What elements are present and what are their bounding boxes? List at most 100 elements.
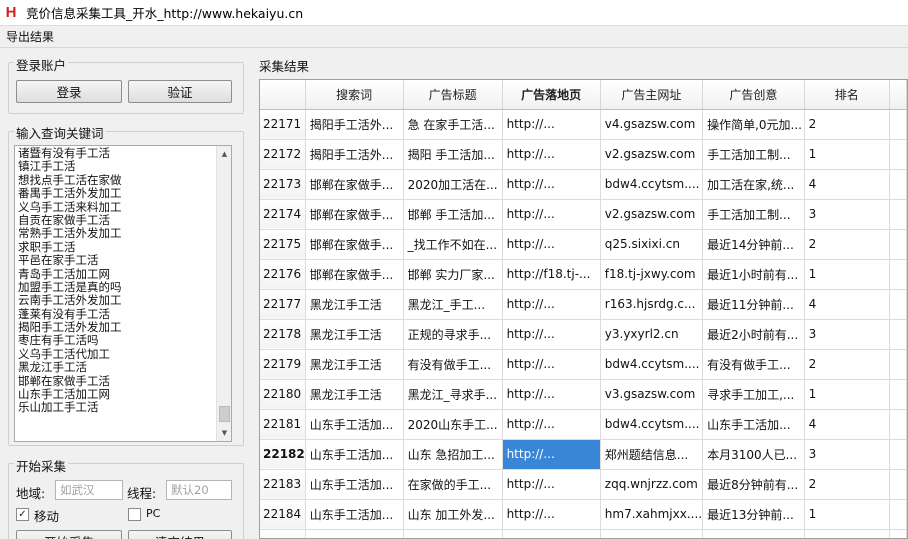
row-number[interactable]: 22179 bbox=[260, 349, 306, 380]
table-row[interactable]: 22184 山东手工活加... 山东 加工外发... http://... hm7.xa… bbox=[260, 499, 907, 530]
cell-landing[interactable]: http://f18.tj-... bbox=[502, 259, 601, 290]
cell-creative[interactable]: 有没有做手工... bbox=[702, 349, 805, 380]
cell-rank[interactable]: 2 bbox=[804, 229, 890, 260]
cell-creative[interactable]: 山东手工活加... bbox=[702, 409, 805, 440]
cell-site[interactable]: r163.hjsrdg.c... bbox=[600, 289, 704, 320]
cell-title[interactable]: 有没有做手工... bbox=[403, 529, 503, 538]
cell-creative[interactable]: 手工活加工制... bbox=[702, 199, 805, 230]
cell-creative[interactable]: 手工活加工制... bbox=[702, 139, 805, 170]
row-number[interactable]: 22178 bbox=[260, 319, 306, 350]
cell-rank[interactable]: 2 bbox=[804, 109, 890, 140]
column-header-keyword[interactable]: 搜索词 bbox=[305, 80, 404, 110]
cell-rank[interactable]: 3 bbox=[804, 319, 890, 350]
cell-landing[interactable]: http://... bbox=[502, 439, 601, 470]
column-header-rank[interactable]: 排名 bbox=[804, 80, 890, 110]
clear-results-button[interactable]: 清空结果 bbox=[128, 530, 232, 539]
results-grid[interactable]: 搜索词 广告标题 广告落地页 广告主网址 广告创意 排名 22171 揭阳手工活外… bbox=[259, 79, 908, 539]
cell-rank[interactable]: 3 bbox=[804, 199, 890, 230]
cell-title[interactable]: 山东 加工外发... bbox=[403, 499, 503, 530]
cell-keyword[interactable]: 邯郸在家做手... bbox=[305, 169, 404, 200]
cell-title[interactable]: 正规的寻求手... bbox=[403, 319, 503, 350]
cell-title[interactable]: 邯郸 手工活加... bbox=[403, 199, 503, 230]
cell-creative[interactable]: 寻求手工加工,... bbox=[702, 379, 805, 410]
cell-site[interactable]: v4.gsazsw.com bbox=[600, 109, 704, 140]
cell-landing[interactable]: http://... bbox=[502, 349, 601, 380]
row-number[interactable]: 22172 bbox=[260, 139, 306, 170]
table-row[interactable]: 22185乐山加工手工活有没有做手工...http://s21.tj-...s2… bbox=[260, 529, 907, 538]
cell-keyword[interactable]: 揭阳手工活外... bbox=[305, 109, 404, 140]
start-collect-button[interactable]: 开始采集 bbox=[16, 530, 122, 539]
cell-rank[interactable]: 1 bbox=[804, 139, 890, 170]
cell-title[interactable]: 揭阳 手工活加... bbox=[403, 139, 503, 170]
cell-keyword[interactable]: 黑龙江手工活 bbox=[305, 319, 404, 350]
row-number[interactable]: 22174 bbox=[260, 199, 306, 230]
row-number[interactable]: 22176 bbox=[260, 259, 306, 290]
cell-site[interactable]: zqq.wnjrzz.com bbox=[600, 469, 704, 500]
table-row[interactable]: 22172 揭阳手工活外... 揭阳 手工活加... http://... v2.gsa… bbox=[260, 139, 907, 170]
row-number[interactable]: 22175 bbox=[260, 229, 306, 260]
column-header-creative[interactable]: 广告创意 bbox=[702, 80, 805, 110]
table-row[interactable]: 22181 山东手工活加... 2020山东手工... http://... bdw4.… bbox=[260, 409, 907, 440]
menu-export-results[interactable]: 导出结果 bbox=[0, 28, 60, 45]
cell-creative[interactable]: 本月3100人已... bbox=[702, 439, 805, 470]
cell-site[interactable]: y3.yxyrl2.cn bbox=[600, 319, 704, 350]
cell-landing[interactable]: http://s21.tj-... bbox=[502, 529, 601, 538]
scroll-up-icon[interactable]: ▲ bbox=[217, 146, 231, 162]
cell-rank[interactable]: 4 bbox=[804, 529, 890, 538]
cell-creative[interactable]: 最近1小时前有... bbox=[702, 259, 805, 290]
row-number[interactable]: 22183 bbox=[260, 469, 306, 500]
keyword-scrollbar[interactable]: ▲ ▼ bbox=[216, 146, 231, 441]
cell-keyword[interactable]: 山东手工活加... bbox=[305, 469, 404, 500]
cell-creative[interactable]: 最近11分钟前... bbox=[702, 289, 805, 320]
cell-keyword[interactable]: 黑龙江手工活 bbox=[305, 349, 404, 380]
mobile-checkbox[interactable]: ✓ bbox=[16, 508, 29, 521]
cell-keyword[interactable]: 山东手工活加... bbox=[305, 409, 404, 440]
verify-button[interactable]: 验证 bbox=[128, 80, 232, 103]
table-row[interactable]: 22180 黑龙江手工活 黑龙江_寻求手... http://... v3.gsazsw… bbox=[260, 379, 907, 410]
cell-title[interactable]: 黑龙江_寻求手... bbox=[403, 379, 503, 410]
cell-site[interactable]: bdw4.ccytsm.... bbox=[600, 349, 704, 380]
cell-title[interactable]: 2020山东手工... bbox=[403, 409, 503, 440]
scroll-thumb[interactable] bbox=[219, 406, 230, 422]
cell-title[interactable]: 2020加工活在... bbox=[403, 169, 503, 200]
table-row[interactable]: 22173 邯郸在家做手... 2020加工活在... http://... bdw4.… bbox=[260, 169, 907, 200]
cell-creative[interactable]: 加工活在家,统... bbox=[702, 169, 805, 200]
cell-title[interactable]: 有没有做手工... bbox=[403, 349, 503, 380]
cell-creative[interactable]: 有没有做手工... bbox=[702, 529, 805, 538]
cell-rank[interactable]: 1 bbox=[804, 379, 890, 410]
scroll-down-icon[interactable]: ▼ bbox=[217, 425, 231, 441]
cell-creative[interactable]: 最近2小时前有... bbox=[702, 319, 805, 350]
column-header-title[interactable]: 广告标题 bbox=[403, 80, 503, 110]
pc-checkbox[interactable] bbox=[128, 508, 141, 521]
cell-site[interactable]: f18.tj-jxwy.com bbox=[600, 259, 704, 290]
login-button[interactable]: 登录 bbox=[16, 80, 122, 103]
cell-rank[interactable]: 4 bbox=[804, 169, 890, 200]
cell-landing[interactable]: http://... bbox=[502, 319, 601, 350]
cell-title[interactable]: 黑龙江_手工... bbox=[403, 289, 503, 320]
cell-landing[interactable]: http://... bbox=[502, 199, 601, 230]
row-number[interactable]: 22173 bbox=[260, 169, 306, 200]
cell-creative[interactable]: 最近13分钟前... bbox=[702, 499, 805, 530]
cell-site[interactable]: bdw4.ccytsm.... bbox=[600, 409, 704, 440]
cell-rank[interactable]: 4 bbox=[804, 409, 890, 440]
table-row[interactable]: 22174 邯郸在家做手... 邯郸 手工活加... http://... v2.gsa… bbox=[260, 199, 907, 230]
cell-rank[interactable]: 1 bbox=[804, 499, 890, 530]
row-number[interactable]: 22185 bbox=[260, 529, 306, 538]
cell-creative[interactable]: 操作简单,0元加... bbox=[702, 109, 805, 140]
row-number[interactable]: 22177 bbox=[260, 289, 306, 320]
cell-keyword[interactable]: 山东手工活加... bbox=[305, 439, 404, 470]
table-row[interactable]: 22176 邯郸在家做手... 邯郸 实力厂家... http://f18.tj-..… bbox=[260, 259, 907, 290]
region-input[interactable]: 如武汉 bbox=[55, 480, 123, 500]
cell-landing[interactable]: http://... bbox=[502, 139, 601, 170]
cell-site[interactable]: v2.gsazsw.com bbox=[600, 139, 704, 170]
table-row[interactable]: 22177 黑龙江手工活 黑龙江_手工... http://... r163.hjsrd… bbox=[260, 289, 907, 320]
column-header-landing[interactable]: 广告落地页 bbox=[502, 80, 601, 110]
cell-title[interactable]: _找工作不如在... bbox=[403, 229, 503, 260]
cell-title[interactable]: 在家做的手工... bbox=[403, 469, 503, 500]
cell-rank[interactable]: 3 bbox=[804, 439, 890, 470]
cell-rank[interactable]: 1 bbox=[804, 259, 890, 290]
cell-landing[interactable]: http://... bbox=[502, 289, 601, 320]
cell-rank[interactable]: 2 bbox=[804, 349, 890, 380]
cell-keyword[interactable]: 黑龙江手工活 bbox=[305, 289, 404, 320]
cell-creative[interactable]: 最近14分钟前... bbox=[702, 229, 805, 260]
